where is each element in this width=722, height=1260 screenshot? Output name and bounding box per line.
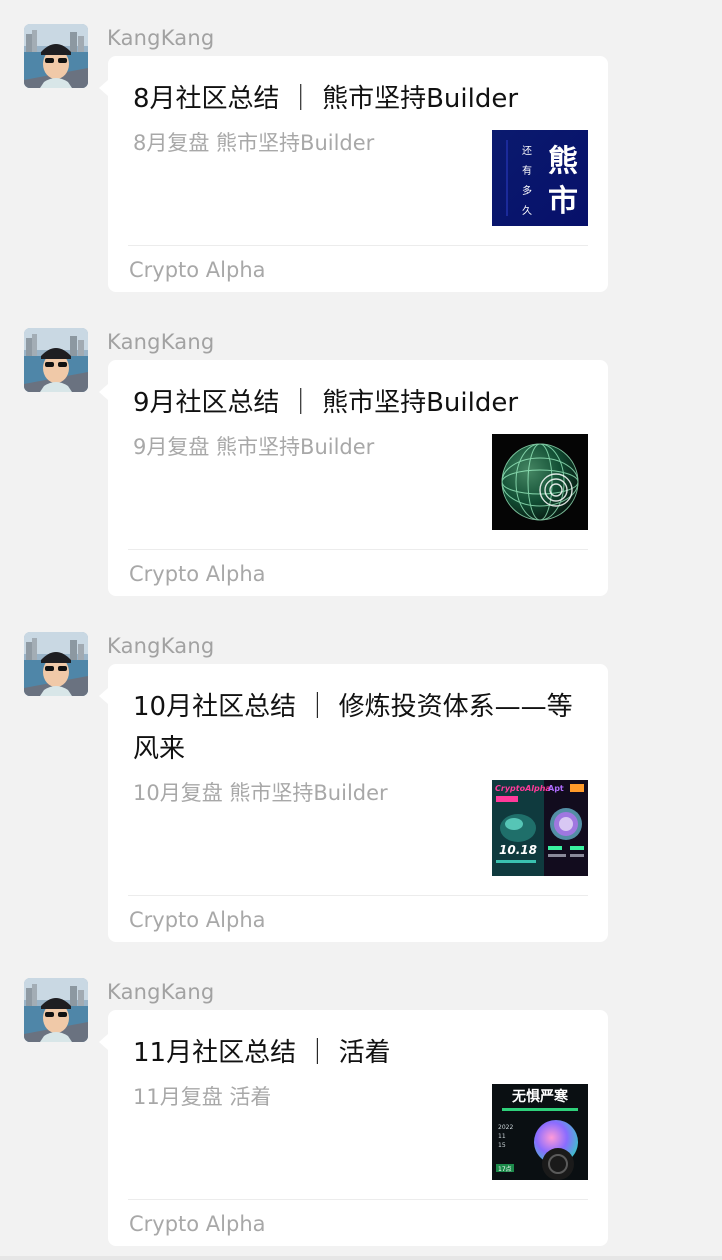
cover-small-char: 还	[522, 145, 532, 157]
source-label: Crypto Alpha	[129, 1212, 266, 1236]
article-card[interactable]: 9月社区总结 ｜ 熊市坚持Builder 9月复盘 熊市坚持Builder Cr…	[99, 360, 608, 596]
crypto-alpha-poster-icon: CryptoAlpha 10.18 Apt	[492, 780, 588, 876]
card-divider	[128, 245, 588, 246]
bottom-border	[0, 1256, 722, 1260]
article-card[interactable]: 8月社区总结 ｜ 熊市坚持Builder 8月复盘 熊市坚持Builder 熊 …	[99, 56, 608, 292]
poster-date: 10.18	[499, 843, 537, 857]
fearless-winter-poster-icon: 无惧严寒 2022 11 15 17点	[492, 1084, 588, 1180]
article-title: 9月社区总结 ｜ 熊市坚持Builder	[133, 388, 519, 418]
article-title: 8月社区总结 ｜ 熊市坚持Builder	[133, 84, 519, 114]
avatar[interactable]	[24, 978, 88, 1042]
avatar[interactable]	[24, 24, 88, 88]
source-label: Crypto Alpha	[129, 562, 266, 586]
cover-small-char: 多	[522, 184, 532, 197]
article-title: 10月社区总结 ｜ 修炼投资体系——等风来	[133, 692, 573, 764]
article-card[interactable]: 11月社区总结 ｜ 活着 11月复盘 活着 无惧严寒 2022 11 15 17…	[99, 1010, 608, 1246]
card-divider	[128, 549, 588, 550]
article-title: 11月社区总结 ｜ 活着	[133, 1038, 391, 1068]
source-label: Crypto Alpha	[129, 258, 266, 282]
source-label: Crypto Alpha	[129, 908, 266, 932]
article-description: 9月复盘 熊市坚持Builder	[133, 435, 375, 459]
avatar[interactable]	[24, 328, 88, 392]
poster-day: 15	[498, 1142, 506, 1149]
cover-big-char-2: 市	[548, 184, 578, 219]
article-card[interactable]: 10月社区总结 ｜ 修炼投资体系——等风来 10月复盘 熊市坚持Builder …	[99, 664, 608, 942]
cover-small-char: 有	[522, 164, 532, 177]
poster-headline: 无惧严寒	[511, 1088, 569, 1105]
poster-brand: CryptoAlpha	[495, 784, 551, 793]
sender-name: KangKang	[107, 26, 215, 50]
poster-year: 2022	[498, 1124, 513, 1131]
poster-month: 11	[498, 1133, 506, 1140]
sender-name: KangKang	[107, 330, 215, 354]
avatar[interactable]	[24, 632, 88, 696]
card-divider	[128, 895, 588, 896]
cover-small-char: 久	[522, 205, 532, 217]
poster-side-label: Apt	[548, 784, 564, 793]
article-description: 8月复盘 熊市坚持Builder	[133, 131, 375, 155]
card-divider	[128, 1199, 588, 1200]
article-description: 11月复盘 活着	[133, 1085, 272, 1109]
sender-name: KangKang	[107, 634, 215, 658]
sender-name: KangKang	[107, 980, 215, 1004]
article-description: 10月复盘 熊市坚持Builder	[133, 781, 388, 805]
mesh-sphere-cover-icon	[492, 434, 588, 530]
cover-big-char-1: 熊	[548, 144, 578, 179]
bear-market-cover-icon: 熊 市 还 有 多 久	[492, 130, 588, 226]
poster-time: 17点	[498, 1165, 512, 1173]
